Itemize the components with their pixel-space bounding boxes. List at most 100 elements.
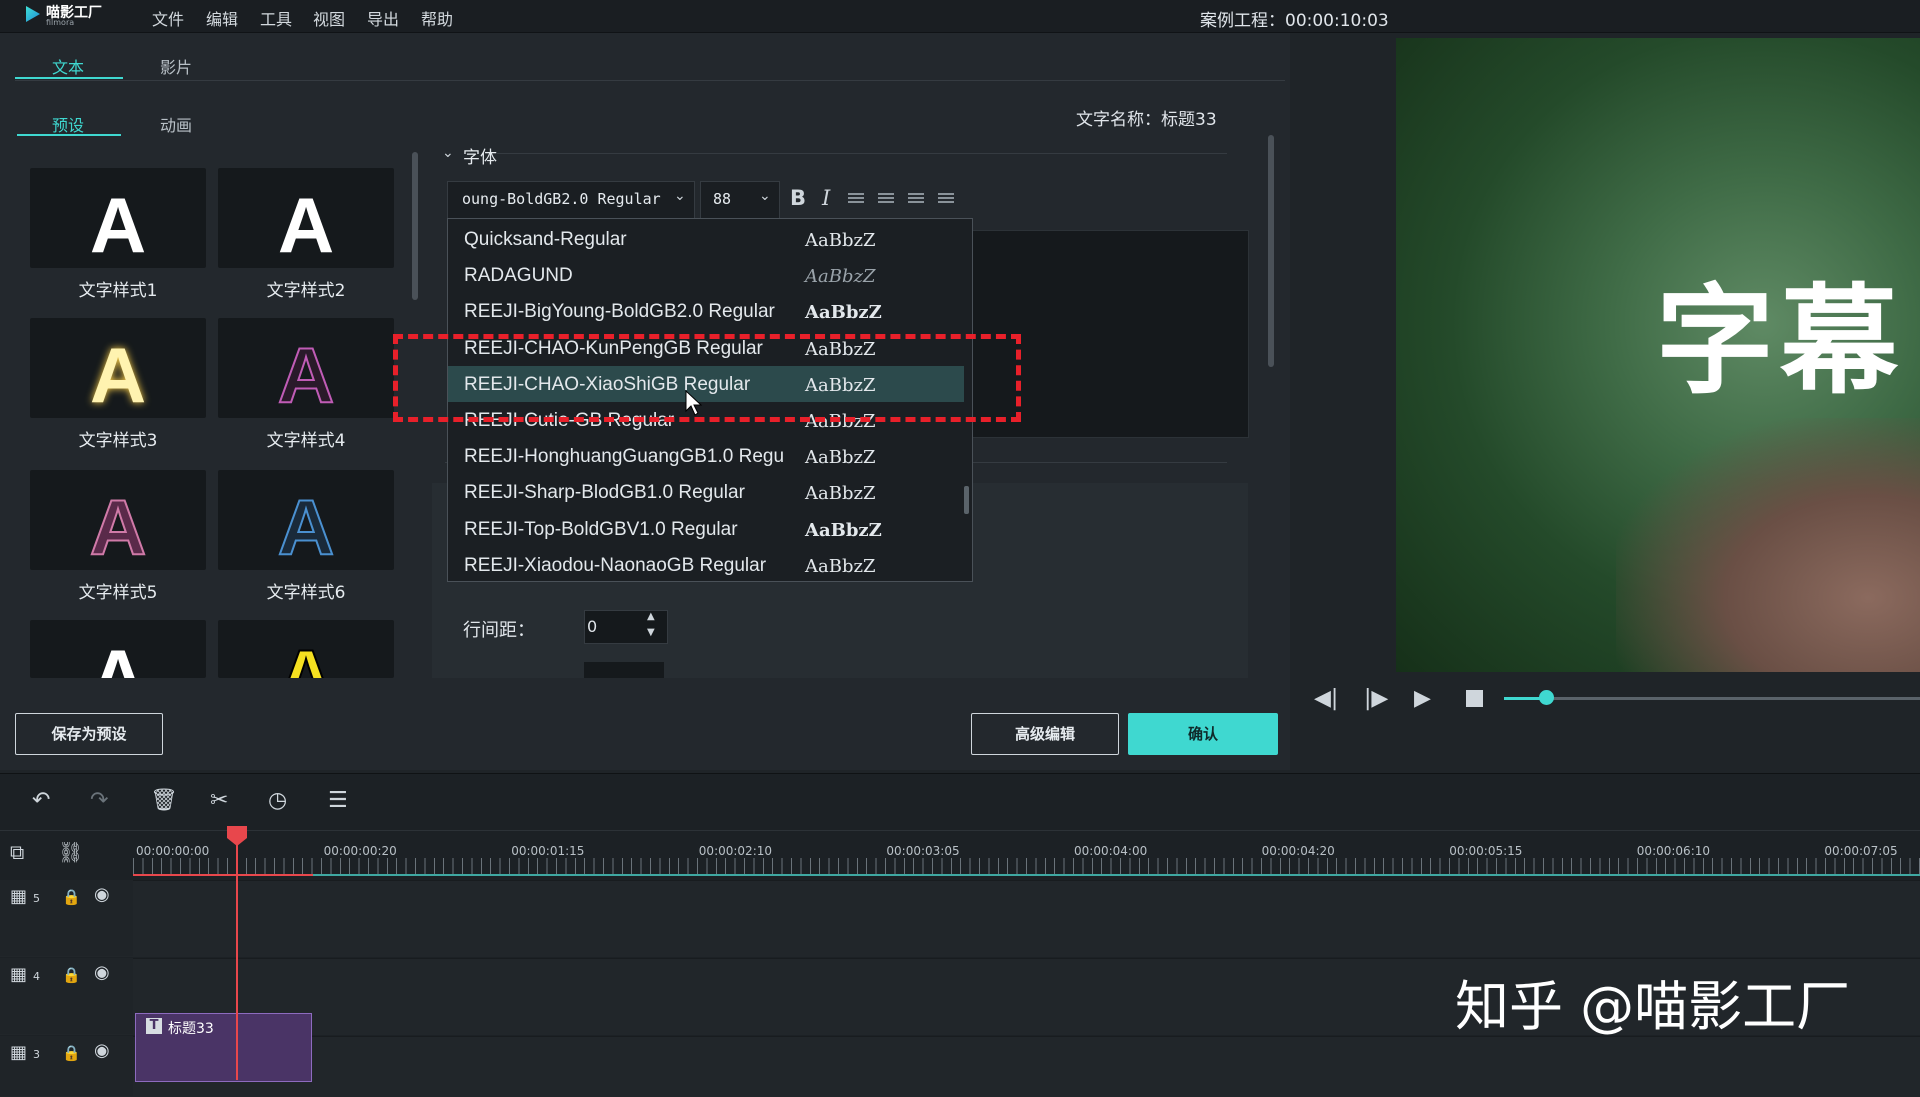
film-track-icon: ▦: [10, 1042, 28, 1063]
font-option[interactable]: REEJI-Sharp-BlodGB1.0 Regular AaBbzZ: [448, 474, 964, 510]
stop-icon[interactable]: [1466, 690, 1483, 707]
playback-progress-track[interactable]: [1504, 697, 1920, 700]
preset-tile-4[interactable]: A: [218, 318, 394, 418]
preset-tile-3[interactable]: A: [30, 318, 206, 418]
menu-export[interactable]: 导出: [367, 6, 399, 30]
menu-file[interactable]: 文件: [152, 6, 184, 30]
preset-sample-letter: A: [89, 482, 147, 570]
ruler-tick-label: 00:00:03:05: [886, 844, 960, 858]
track-number: 3: [33, 1048, 40, 1061]
font-option-name: RADAGUND: [464, 265, 573, 287]
tab-preset[interactable]: 预设: [52, 112, 84, 136]
ruler-played: [133, 874, 313, 876]
lock-icon[interactable]: 🔒: [62, 888, 81, 906]
eye-icon[interactable]: ◉: [94, 1040, 110, 1061]
playback-progress-handle[interactable]: [1539, 690, 1554, 705]
align-center-icon[interactable]: [878, 193, 894, 205]
scissors-icon[interactable]: ✂: [210, 788, 228, 813]
menu-tools[interactable]: 工具: [260, 6, 292, 30]
bold-icon[interactable]: B: [790, 186, 806, 210]
adjust-icon[interactable]: ☰: [328, 788, 348, 813]
line-spacing-label: 行间距：: [463, 620, 535, 641]
align-justify-icon[interactable]: [938, 193, 954, 205]
preset-tile-8[interactable]: A: [218, 620, 394, 678]
tab-divider: [15, 80, 1285, 81]
eye-icon[interactable]: ◉: [94, 884, 110, 905]
preset-scrollbar[interactable]: [412, 152, 418, 300]
preset-tile-2[interactable]: A: [218, 168, 394, 268]
align-right-icon[interactable]: [908, 193, 924, 205]
confirm-button[interactable]: 确认: [1128, 713, 1278, 755]
font-option-preview: AaBbzZ: [805, 519, 882, 541]
play-step-icon[interactable]: |▶: [1364, 686, 1388, 711]
play-icon[interactable]: ▶: [1414, 686, 1431, 711]
app-logo: 喵影工厂 filmora: [18, 2, 108, 30]
align-left-icon[interactable]: [848, 193, 864, 205]
preset-tile-1[interactable]: A: [30, 168, 206, 268]
timeline-toolbar-divider: [0, 830, 1920, 831]
preset-label-5: 文字样式5: [78, 583, 158, 603]
font-option[interactable]: Quicksand-Regular AaBbzZ: [448, 221, 964, 257]
eye-icon[interactable]: ◉: [94, 962, 110, 983]
font-option-preview: AaBbzZ: [805, 555, 876, 577]
menu-help[interactable]: 帮助: [421, 6, 453, 30]
undo-icon[interactable]: ↶: [32, 788, 50, 813]
add-track-icon[interactable]: ⧉: [10, 840, 24, 864]
clock-icon[interactable]: ◷: [268, 788, 287, 813]
alignment-grid[interactable]: [584, 662, 664, 678]
tab-text-underline: [15, 77, 123, 79]
track-number: 4: [33, 970, 40, 983]
prev-frame-icon[interactable]: ◀|: [1314, 686, 1338, 711]
size-select[interactable]: 88 ⌄: [700, 181, 780, 219]
italic-icon[interactable]: I: [822, 186, 830, 210]
title-clip[interactable]: T 标题33: [135, 1013, 312, 1082]
unlink-icon[interactable]: ⛓: [58, 840, 83, 864]
track-row[interactable]: [0, 880, 1920, 957]
project-label: 案例工程：00:00:10:03: [1200, 11, 1389, 31]
chevron-down-icon[interactable]: ⌄: [442, 145, 454, 161]
preset-sample-letter: A: [277, 482, 335, 570]
preset-tile-5[interactable]: A: [30, 470, 206, 570]
font-option[interactable]: REEJI-HonghuangGuangGB1.0 Regu AaBbzZ: [448, 438, 964, 474]
menu-edit[interactable]: 编辑: [206, 6, 238, 30]
watermark: 知乎 @喵影工厂: [1455, 975, 1851, 1038]
tab-text[interactable]: 文本: [52, 54, 84, 78]
font-option-preview: AaBbzZ: [805, 483, 876, 505]
text-name-label: 文字名称：标题33: [1076, 110, 1217, 130]
preset-label-2: 文字样式2: [266, 281, 346, 301]
dropdown-scrollbar[interactable]: [964, 486, 969, 514]
advanced-edit-button[interactable]: 高级编辑: [971, 713, 1119, 755]
save-preset-button[interactable]: 保存为预设: [15, 713, 163, 755]
font-option-name: REEJI-Sharp-BlodGB1.0 Regular: [464, 482, 745, 504]
tab-animation[interactable]: 动画: [160, 112, 192, 136]
track-number: 5: [33, 892, 40, 905]
line-spacing-input[interactable]: 0 ▲ ▼: [584, 610, 668, 644]
stepper-up-icon[interactable]: ▲: [647, 611, 655, 622]
font-select[interactable]: oung-BoldGB2.0 Regular ⌄: [447, 181, 695, 219]
preset-tile-6[interactable]: A: [218, 470, 394, 570]
preset-sample-letter: A: [89, 181, 147, 268]
font-option-preview: AaBbzZ: [805, 230, 876, 251]
preset-sample-letter: A: [277, 632, 335, 678]
ruler-tick-label: 00:00:05:15: [1449, 844, 1523, 858]
font-option[interactable]: REEJI-Xiaodou-NaonaoGB Regular AaBbzZ: [448, 547, 964, 583]
font-section-title: 字体: [463, 148, 497, 168]
preset-tile-7[interactable]: A: [30, 620, 206, 678]
font-option[interactable]: RADAGUND AaBbzZ: [448, 257, 964, 293]
stepper-down-icon[interactable]: ▼: [647, 627, 655, 638]
font-option[interactable]: REEJI-Top-BoldGBV1.0 Regular AaBbzZ: [448, 511, 964, 547]
font-option-name: REEJI-Top-BoldGBV1.0 Regular: [464, 518, 738, 540]
lock-icon[interactable]: 🔒: [62, 1044, 81, 1062]
line-spacing-value: 0: [587, 617, 598, 636]
redo-icon[interactable]: ↷: [90, 788, 108, 813]
font-option[interactable]: REEJI-BigYoung-BoldGB2.0 Regular AaBbzZ: [448, 293, 964, 329]
lock-icon[interactable]: 🔒: [62, 966, 81, 984]
editor-scrollbar[interactable]: [1268, 135, 1274, 367]
font-option-name: REEJI-HonghuangGuangGB1.0 Regu: [464, 446, 785, 468]
preset-sample-letter: A: [277, 181, 335, 268]
ruler-tick-label: 00:00:02:10: [698, 844, 773, 858]
menu-view[interactable]: 视图: [313, 6, 345, 30]
trash-icon[interactable]: 🗑: [150, 788, 178, 813]
chevron-down-icon: ⌄: [759, 188, 771, 204]
tab-film[interactable]: 影片: [160, 54, 192, 78]
